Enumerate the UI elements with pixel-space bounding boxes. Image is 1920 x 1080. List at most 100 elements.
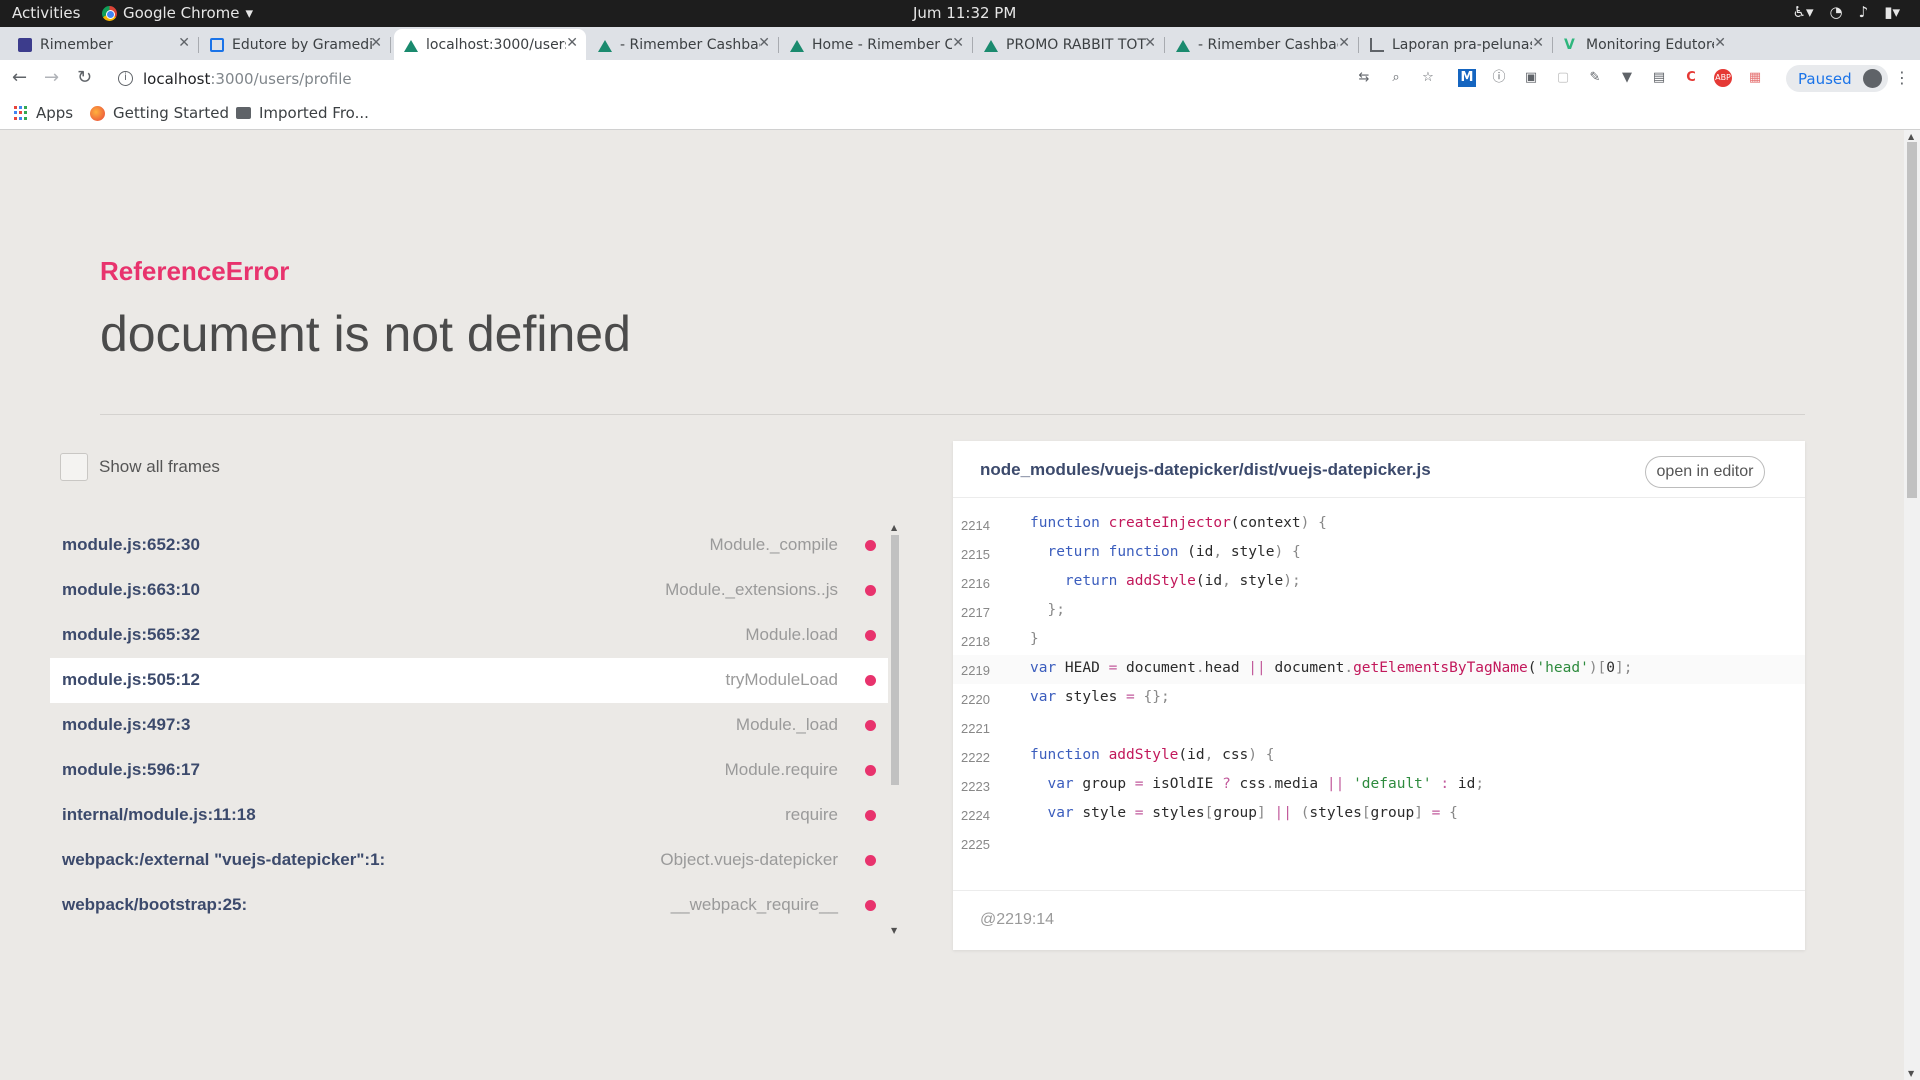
code-line: 2222 function addStyle(id, css) {	[953, 742, 1805, 771]
stack-frame[interactable]: module.js:497:3 Module._load	[50, 703, 888, 748]
code-text: }	[1030, 631, 1039, 647]
bookmark-apps[interactable]: Apps	[14, 104, 73, 122]
translate-icon[interactable]: ⇆	[1355, 69, 1373, 87]
close-icon[interactable]: ✕	[370, 35, 382, 51]
tab[interactable]: Laporan pra-pelunasan ✕	[1360, 29, 1553, 60]
code-line-highlighted: 2219 var HEAD = document.head || documen…	[953, 655, 1805, 684]
tab-separator	[1552, 37, 1553, 53]
scrollbar-thumb[interactable]	[1907, 142, 1917, 498]
reload-icon[interactable]: ↻	[77, 67, 92, 88]
extension-circle-icon[interactable]: ⓘ	[1490, 69, 1508, 87]
code-text: return function (id, style) {	[1047, 544, 1301, 560]
frames-scrollbar[interactable]: ▲ ▼	[889, 523, 900, 935]
extension-square-icon[interactable]: ▢	[1554, 69, 1572, 87]
stack-frame[interactable]: module.js:596:17 Module.require	[50, 748, 888, 793]
tab-separator	[390, 37, 391, 53]
code-line: 2214 function createInjector(context) {	[953, 510, 1805, 539]
close-icon[interactable]: ✕	[1714, 35, 1726, 51]
system-tray[interactable]: ♿▾ ◔ ♪ ▮▾	[1793, 3, 1900, 21]
tab[interactable]: - Rimember Cashback ✕	[588, 29, 779, 60]
close-icon[interactable]: ✕	[566, 35, 578, 51]
nuxt-favicon-icon	[984, 38, 998, 52]
close-icon[interactable]: ✕	[1532, 35, 1544, 51]
activities-button[interactable]: Activities	[12, 4, 80, 22]
back-arrow-icon[interactable]: ←	[12, 67, 27, 88]
scroll-up-arrow-icon[interactable]: ▲	[891, 523, 897, 532]
profile-button[interactable]: Paused	[1786, 65, 1888, 92]
tab[interactable]: PROMO RABBIT TOTE ✕	[974, 29, 1165, 60]
extension-panel-icon[interactable]: ▤	[1650, 69, 1668, 87]
profile-status: Paused	[1798, 69, 1852, 88]
close-icon[interactable]: ✕	[1338, 35, 1350, 51]
scroll-down-arrow-icon[interactable]: ▼	[891, 926, 897, 935]
stack-frame[interactable]: module.js:652:30 Module._compile	[50, 523, 888, 568]
frame-file: module.js:663:10	[62, 580, 200, 599]
error-location: @2219:14	[980, 911, 1055, 928]
tab-title: Edutore by Gramedia	[232, 36, 372, 53]
app-menu[interactable]: Google Chrome ▾	[102, 4, 253, 22]
line-number: 2216	[961, 576, 990, 591]
scroll-up-arrow-icon[interactable]: ▲	[1908, 132, 1914, 141]
bookmark-getting-started[interactable]: Getting Started	[90, 104, 229, 122]
page-scrollbar[interactable]: ▲ ▼	[1904, 130, 1920, 1080]
line-number: 2218	[961, 634, 990, 649]
open-in-editor-button[interactable]: open in editor	[1645, 456, 1765, 488]
calendar-icon[interactable]: ▦	[1746, 69, 1764, 87]
tab[interactable]: Edutore by Gramedia ✕	[200, 29, 391, 60]
line-number: 2217	[961, 605, 990, 620]
bookmarks-bar: Apps Getting Started Imported Fro...	[0, 97, 1920, 130]
document-favicon-icon	[1370, 37, 1384, 52]
stack-frame[interactable]: webpack/bootstrap:25: __webpack_require_…	[50, 883, 888, 928]
tab[interactable]: Home - Rimember Cashback ✕	[780, 29, 973, 60]
frame-file: webpack/bootstrap:25:	[62, 895, 248, 914]
close-icon[interactable]: ✕	[952, 35, 964, 51]
stack-frame[interactable]: module.js:565:32 Module.load	[50, 613, 888, 658]
chevron-down-icon: ▾	[245, 4, 254, 22]
zoom-icon[interactable]: ⌕	[1387, 69, 1405, 87]
forward-arrow-icon[interactable]: →	[44, 67, 59, 88]
close-icon[interactable]: ✕	[1144, 35, 1156, 51]
close-icon[interactable]: ✕	[758, 35, 770, 51]
frame-file: module.js:652:30	[62, 535, 200, 554]
accessibility-icon[interactable]: ♿▾	[1793, 3, 1814, 21]
eyedropper-icon[interactable]: ✎	[1586, 69, 1604, 87]
tab-title: - Rimember Cashback	[1198, 36, 1338, 53]
stack-frame-selected[interactable]: module.js:505:12 tryModuleLoad	[50, 658, 888, 703]
adblock-icon[interactable]: ABP	[1714, 69, 1732, 87]
code-text: var HEAD = document.head || document.get…	[1030, 660, 1633, 676]
stack-frame[interactable]: internal/module.js:11:18 require	[50, 793, 888, 838]
frame-function: __webpack_require__	[670, 895, 838, 914]
avatar	[1863, 69, 1882, 88]
code-text: var group = isOldIE ? css.media || 'defa…	[1047, 776, 1485, 792]
system-top-bar: Activities Google Chrome ▾ Jum 11:32 PM …	[0, 0, 1920, 27]
tab-separator	[1358, 37, 1359, 53]
tab[interactable]: - Rimember Cashback ✕	[1166, 29, 1359, 60]
tab-title: localhost:3000/users/profile	[426, 36, 566, 53]
show-all-frames-toggle[interactable]: Show all frames	[60, 453, 220, 481]
tab[interactable]: V Monitoring Edutore ✕	[1554, 29, 1734, 60]
extension-c-icon[interactable]: C	[1682, 69, 1700, 87]
bookmark-star-icon[interactable]: ☆	[1419, 69, 1437, 87]
address-bar[interactable]: i localhost:3000/users/profile	[108, 64, 1408, 93]
extension-m-icon[interactable]: M	[1458, 69, 1476, 87]
show-all-frames-label: Show all frames	[99, 457, 220, 476]
frame-marker-dot	[865, 720, 876, 731]
show-all-frames-checkbox[interactable]	[60, 453, 88, 481]
tab[interactable]: Rimember ✕	[8, 29, 199, 60]
clock[interactable]: Jum 11:32 PM	[913, 4, 1016, 22]
scrollbar-thumb[interactable]	[891, 535, 899, 785]
stack-frame[interactable]: webpack:/external "vuejs-datepicker":1: …	[50, 838, 888, 883]
close-icon[interactable]: ✕	[178, 35, 190, 51]
frame-marker-dot	[865, 765, 876, 776]
stack-frame[interactable]: module.js:663:10 Module._extensions..js	[50, 568, 888, 613]
code-line: 2215 return function (id, style) {	[953, 539, 1805, 568]
tab-active[interactable]: localhost:3000/users/profile ✕	[394, 29, 586, 60]
scroll-down-arrow-icon[interactable]: ▼	[1908, 1069, 1914, 1078]
bookmark-imported-folder[interactable]: Imported Fro...	[236, 104, 369, 122]
menu-kebab-icon[interactable]: ⋮	[1894, 68, 1910, 87]
vuejs-devtools-icon[interactable]: ▼	[1618, 69, 1636, 87]
line-number: 2221	[961, 721, 990, 736]
extension-box-icon[interactable]: ▣	[1522, 69, 1540, 87]
stack-frames-list: module.js:652:30 Module._compile module.…	[50, 523, 888, 933]
info-icon[interactable]: i	[118, 71, 133, 86]
